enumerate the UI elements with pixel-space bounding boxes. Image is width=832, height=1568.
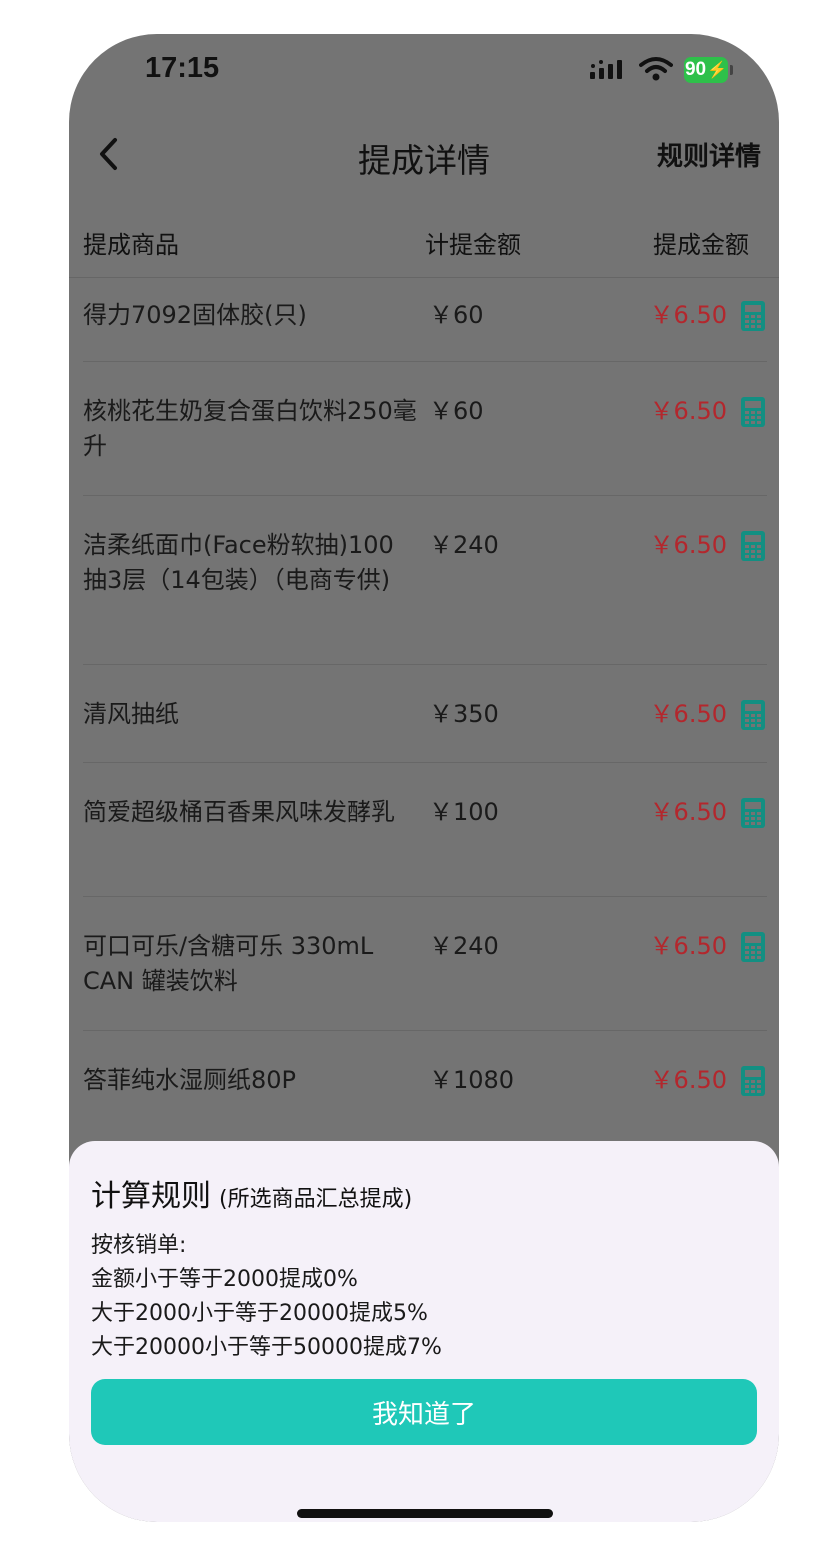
- base-amount: ￥60: [429, 301, 484, 329]
- product-name: 洁柔纸面巾(Face粉软抽)100抽3层（14包装）（电商专供): [83, 531, 394, 594]
- calculator-icon[interactable]: [740, 699, 766, 731]
- commission-amount: ￥6.50: [649, 301, 727, 329]
- table-row: 可口可乐/含糖可乐 330mL CAN 罐装饮料 ￥240 ￥6.50: [69, 897, 779, 1031]
- status-time: 17:15: [145, 52, 220, 84]
- commission-amount: ￥6.50: [649, 932, 727, 960]
- calculation-rule-sheet: 计算规则 (所选商品汇总提成) 按核销单: 金额小于等于2000提成0% 大于20…: [69, 1141, 779, 1522]
- product-name: 核桃花生奶复合蛋白饮料250毫升: [83, 397, 417, 460]
- product-name: 清风抽纸: [83, 700, 179, 728]
- base-amount: ￥60: [429, 397, 484, 425]
- phone-screen: 17:15 90 ⚡ 提成详情 规则详情 提成商品 计提金额 提成金额 得力70…: [69, 34, 779, 1522]
- sheet-subtitle: (所选商品汇总提成): [219, 1187, 413, 1212]
- rule-line: 大于20000小于等于50000提成7%: [91, 1335, 442, 1360]
- rule-line: 金额小于等于2000提成0%: [91, 1267, 358, 1292]
- status-bar: 17:15 90 ⚡: [69, 34, 779, 114]
- table-row: 核桃花生奶复合蛋白饮料250毫升 ￥60 ￥6.50: [69, 362, 779, 496]
- battery-level: 90: [684, 59, 707, 80]
- table-row: 清风抽纸 ￥350 ￥6.50: [69, 665, 779, 763]
- table-row: 简爱超级桶百香果风味发酵乳 ￥100 ￥6.50: [69, 763, 779, 897]
- calculator-icon[interactable]: [740, 300, 766, 332]
- commission-amount: ￥6.50: [649, 397, 727, 425]
- sheet-title: 计算规则 (所选商品汇总提成): [91, 1171, 412, 1215]
- rule-details-link[interactable]: 规则详情: [657, 136, 761, 173]
- product-name: 简爱超级桶百香果风味发酵乳: [83, 798, 395, 826]
- wifi-icon: [639, 57, 673, 81]
- calculator-icon[interactable]: [740, 530, 766, 562]
- battery-icon: 90 ⚡: [684, 57, 728, 83]
- commission-amount: ￥6.50: [649, 700, 727, 728]
- base-amount: ￥100: [429, 798, 499, 826]
- commission-amount: ￥6.50: [649, 531, 727, 559]
- column-header-commission: 提成金额: [653, 231, 749, 259]
- nav-bar: 提成详情 规则详情: [69, 124, 779, 184]
- rule-line: 大于2000小于等于20000提成5%: [91, 1301, 428, 1326]
- cellular-signal-icon: [590, 60, 622, 79]
- table-row: 得力7092固体胶(只) ￥60 ￥6.50: [69, 278, 779, 362]
- base-amount: ￥350: [429, 700, 499, 728]
- commission-table: 得力7092固体胶(只) ￥60 ￥6.50 核桃花生奶复合蛋白饮料250毫升 …: [69, 278, 779, 1141]
- rule-line: 按核销单:: [91, 1233, 187, 1258]
- charging-bolt-icon: ⚡: [707, 62, 728, 79]
- calculator-icon[interactable]: [740, 797, 766, 829]
- base-amount: ￥240: [429, 531, 499, 559]
- product-name: 得力7092固体胶(只): [83, 301, 307, 329]
- table-row: 洁柔纸面巾(Face粉软抽)100抽3层（14包装）（电商专供) ￥240 ￥6…: [69, 496, 779, 665]
- table-row: 答菲纯水湿厕纸80P ￥1080 ￥6.50: [69, 1031, 779, 1141]
- commission-amount: ￥6.50: [649, 1066, 727, 1094]
- got-it-button[interactable]: 我知道了: [91, 1379, 757, 1445]
- calculator-icon[interactable]: [740, 931, 766, 963]
- column-header-product: 提成商品: [83, 231, 179, 259]
- rule-description: 按核销单: 金额小于等于2000提成0% 大于2000小于等于20000提成5%…: [91, 1229, 442, 1365]
- calculator-icon[interactable]: [740, 396, 766, 428]
- sheet-title-text: 计算规则: [91, 1179, 211, 1214]
- base-amount: ￥240: [429, 932, 499, 960]
- product-name: 可口可乐/含糖可乐 330mL CAN 罐装饮料: [83, 932, 374, 995]
- calculator-icon[interactable]: [740, 1065, 766, 1097]
- base-amount: ￥1080: [429, 1066, 515, 1094]
- battery-cap: [730, 65, 733, 75]
- commission-amount: ￥6.50: [649, 798, 727, 826]
- home-indicator[interactable]: [297, 1509, 553, 1518]
- column-header-base-amount: 计提金额: [425, 231, 521, 259]
- product-name: 答菲纯水湿厕纸80P: [83, 1066, 297, 1094]
